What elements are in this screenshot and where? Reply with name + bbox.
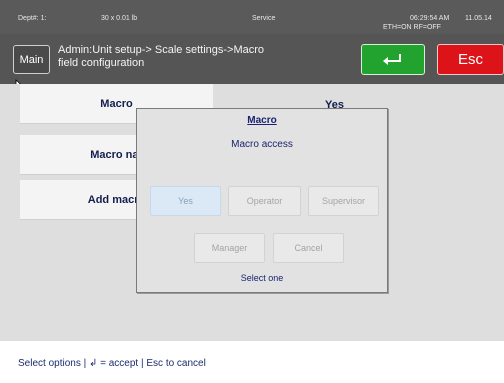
esc-button[interactable]: Esc [437, 44, 504, 75]
manager-button[interactable]: Manager [194, 233, 265, 263]
macro-access-dialog: Macro Macro access Yes Operator Supervis… [136, 108, 388, 293]
dialog-subtitle: Macro access [231, 139, 293, 150]
network-readout: ETH=ON RF=OFF [383, 24, 441, 31]
title-bar: Main Admin:Unit setup-> Scale settings->… [0, 34, 504, 84]
weight-readout: 30 x 0.01 lb [101, 15, 138, 22]
page-title: Admin:Unit setup-> Scale settings->Macro… [58, 44, 318, 70]
supervisor-button[interactable]: Supervisor [308, 186, 379, 216]
status-bar: Dept#: 1: 30 x 0.01 lb Service 06:29:54 … [0, 0, 504, 34]
dept-readout: Dept#: 1: [18, 15, 47, 22]
date-readout: 11.05.14 [465, 15, 492, 22]
yes-button[interactable]: Yes [150, 186, 221, 216]
footer-bar: Select options | ↲ = accept | Esc to can… [0, 341, 504, 383]
operator-button[interactable]: Operator [228, 186, 301, 216]
title-line-1: Admin:Unit setup-> Scale settings->Macro [58, 44, 265, 56]
accept-button[interactable] [361, 44, 425, 75]
time-readout: 06:29:54 AM [410, 15, 450, 22]
footer-hint: Select options | ↲ = accept | Esc to can… [18, 358, 206, 369]
dialog-title: Macro [247, 115, 277, 126]
dialog-footer: Select one [240, 273, 284, 283]
title-line-2: field configuration [58, 57, 145, 69]
main-button[interactable]: Main [13, 45, 50, 74]
cancel-button[interactable]: Cancel [273, 233, 344, 263]
enter-arrow-icon [383, 53, 401, 65]
mode-readout: Service [252, 15, 276, 22]
